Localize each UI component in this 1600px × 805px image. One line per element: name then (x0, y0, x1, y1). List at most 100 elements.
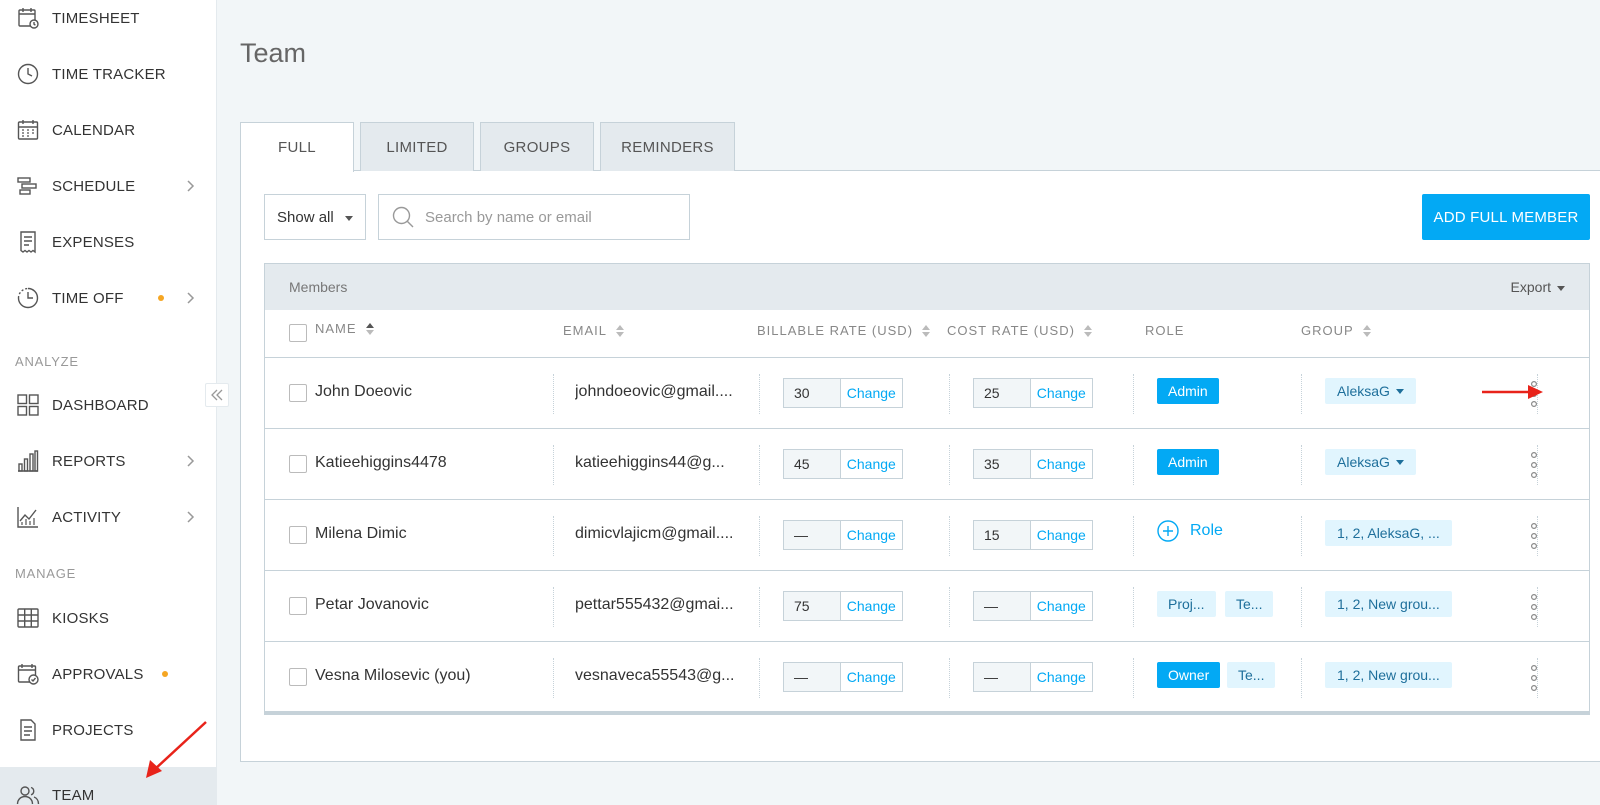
cell-divider (1133, 516, 1134, 556)
role-badge[interactable]: Proj... (1157, 591, 1216, 617)
cost-rate-field: — Change (973, 662, 1093, 692)
row-checkbox[interactable] (289, 668, 307, 686)
row-checkbox[interactable] (289, 597, 307, 615)
add-role-button[interactable]: Role (1157, 520, 1223, 542)
cell-divider (1133, 587, 1134, 627)
member-name: Vesna Milosevic (you) (315, 667, 471, 684)
cell-divider (759, 374, 760, 414)
group-tag[interactable]: 1, 2, New grou... (1325, 662, 1452, 688)
cell-divider (553, 516, 554, 556)
cost-rate-value: — (974, 592, 1031, 620)
more-options-icon[interactable] (1527, 451, 1541, 479)
cell-divider (759, 587, 760, 627)
member-name: Milena Dimic (315, 525, 407, 542)
column-header-email[interactable]: EMAIL (563, 323, 625, 338)
change-billable-rate-button[interactable]: Change (841, 592, 902, 620)
more-options-icon[interactable] (1527, 664, 1541, 692)
change-cost-rate-button[interactable]: Change (1031, 521, 1092, 549)
role-badge[interactable]: Owner (1157, 662, 1221, 688)
member-name: Katieehiggins4478 (315, 454, 447, 471)
row-checkbox[interactable] (289, 526, 307, 544)
change-cost-rate-button[interactable]: Change (1031, 663, 1092, 691)
sidebar-item-schedule[interactable]: SCHEDULE (0, 158, 216, 214)
role-badge[interactable]: Admin (1157, 449, 1219, 475)
role-badge[interactable]: Admin (1157, 378, 1219, 404)
add-full-member-button[interactable]: ADD FULL MEMBER (1422, 194, 1590, 240)
cost-rate-field: 15 Change (973, 520, 1093, 550)
page-title: Team (240, 38, 307, 68)
sidebar-item-team[interactable]: TEAM (0, 767, 216, 805)
change-billable-rate-button[interactable]: Change (841, 379, 902, 407)
billable-rate-value: — (784, 663, 841, 691)
row-checkbox[interactable] (289, 455, 307, 473)
sidebar-item-label: EXPENSES (52, 233, 135, 251)
member-email: dimicvlajicm@gmail.... (575, 525, 734, 542)
sidebar-item-label: TIME TRACKER (52, 65, 166, 83)
members-table: Members Export NAME EMAIL BILLABLE RATE … (264, 263, 1590, 715)
change-billable-rate-button[interactable]: Change (841, 521, 902, 549)
column-header-name[interactable]: NAME (315, 321, 375, 336)
cost-rate-field: 35 Change (973, 449, 1093, 479)
sidebar-item-label: ACTIVITY (52, 508, 122, 526)
sidebar-item-time-off[interactable]: TIME OFF (0, 270, 216, 326)
role-badge[interactable]: Te... (1225, 591, 1274, 617)
role-badge[interactable]: Te... (1227, 662, 1276, 688)
billable-rate-field: 30 Change (783, 378, 903, 408)
tab-reminders[interactable]: REMINDERS (600, 122, 735, 171)
select-all-checkbox[interactable] (289, 324, 307, 342)
tab-groups[interactable]: GROUPS (480, 122, 594, 171)
add-role-label: Role (1190, 522, 1223, 539)
export-label: Export (1510, 279, 1551, 295)
cell-divider (553, 445, 554, 485)
collapse-sidebar-button[interactable] (205, 383, 229, 407)
sidebar-item-time-tracker[interactable]: TIME TRACKER (0, 46, 216, 102)
sidebar-item-projects[interactable]: PROJECTS (0, 702, 216, 758)
more-options-icon[interactable] (1527, 593, 1541, 621)
cost-rate-field: 25 Change (973, 378, 1093, 408)
row-checkbox[interactable] (289, 384, 307, 402)
search-box (378, 194, 690, 240)
sidebar-item-label: REPORTS (52, 452, 126, 470)
sidebar-item-timesheet[interactable]: TIMESHEET (0, 0, 216, 46)
cell-divider (1133, 658, 1134, 698)
change-cost-rate-button[interactable]: Change (1031, 450, 1092, 478)
sidebar-item-calendar[interactable]: CALENDAR (0, 102, 216, 158)
cell-divider (553, 658, 554, 698)
table-row: Vesna Milosevic (you) vesnaveca55543@g..… (265, 641, 1589, 712)
receipt-icon (20, 231, 36, 254)
cell-divider (1133, 374, 1134, 414)
column-header-label: ROLE (1145, 323, 1185, 338)
group-dropdown[interactable]: AleksaG (1325, 449, 1416, 475)
billable-rate-field: 45 Change (783, 449, 903, 479)
group-tag[interactable]: 1, 2, New grou... (1325, 591, 1452, 617)
more-options-icon[interactable] (1527, 522, 1541, 550)
sidebar-item-kiosks[interactable]: KIOSKS (0, 590, 216, 646)
sidebar-item-dashboard[interactable]: DASHBOARD (0, 377, 216, 433)
search-input[interactable] (425, 195, 685, 239)
kiosk-icon (17, 608, 39, 628)
sidebar-item-expenses[interactable]: EXPENSES (0, 214, 216, 270)
change-cost-rate-button[interactable]: Change (1031, 592, 1092, 620)
member-name: John Doeovic (315, 383, 412, 400)
column-header-group[interactable]: GROUP (1301, 323, 1372, 338)
chevron-right-icon (187, 511, 195, 523)
export-dropdown[interactable]: Export (1511, 279, 1565, 295)
more-options-icon[interactable] (1527, 380, 1541, 408)
document-icon (20, 719, 36, 741)
group-tag[interactable]: 1, 2, AleksaG, ... (1325, 520, 1452, 546)
sidebar-item-reports[interactable]: REPORTS (0, 433, 216, 489)
change-cost-rate-button[interactable]: Change (1031, 379, 1092, 407)
sidebar-item-activity[interactable]: ACTIVITY (0, 489, 216, 545)
chevron-right-icon (187, 455, 195, 467)
column-header-cost-rate[interactable]: COST RATE (USD) (947, 323, 1093, 338)
sidebar-item-approvals[interactable]: APPROVALS (0, 646, 216, 702)
tab-full[interactable]: FULL (240, 122, 354, 172)
member-email: vesnaveca55543@g... (575, 667, 735, 684)
change-billable-rate-button[interactable]: Change (841, 450, 902, 478)
caret-down-icon (1557, 285, 1565, 291)
tab-limited[interactable]: LIMITED (360, 122, 474, 171)
column-header-billable-rate[interactable]: BILLABLE RATE (USD) (757, 323, 931, 338)
group-dropdown[interactable]: AleksaG (1325, 378, 1416, 404)
filter-select[interactable]: Show all (264, 194, 366, 240)
change-billable-rate-button[interactable]: Change (841, 663, 902, 691)
